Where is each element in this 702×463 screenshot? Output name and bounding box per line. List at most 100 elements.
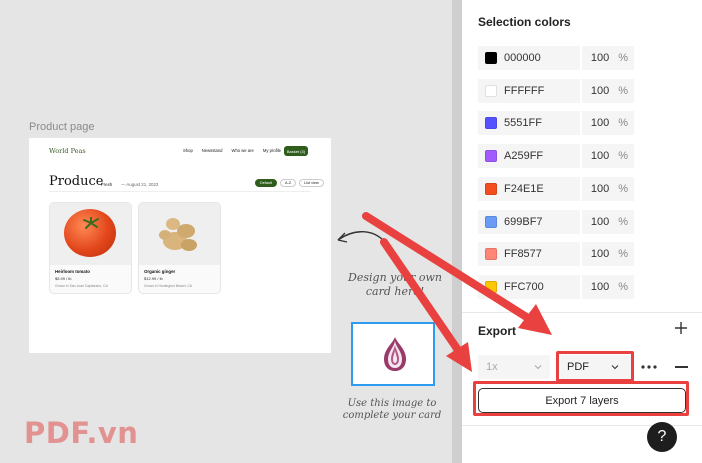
color-opacity-field[interactable]: 100% — [582, 144, 634, 169]
color-row[interactable]: 699BF7 100% — [478, 209, 634, 234]
color-row[interactable]: FFC700 100% — [478, 274, 634, 299]
product-name: Organic ginger — [144, 269, 176, 274]
add-export-plus-icon[interactable] — [674, 321, 688, 335]
opacity-value: 100 — [590, 150, 610, 163]
opacity-value: 100 — [590, 280, 610, 293]
color-opacity-field[interactable]: 100% — [582, 46, 634, 70]
sort-pills: Default A-Z List view — [255, 179, 324, 187]
color-opacity-field[interactable]: 100% — [582, 209, 634, 234]
color-hex-value: FFC700 — [504, 280, 544, 293]
product-card-tomato: Heirloom tomato $5.99 / lb Grown in San … — [49, 202, 132, 294]
percent-sign: % — [618, 150, 628, 163]
color-swatch[interactable] — [485, 117, 497, 130]
fresh-label: Fresh — [101, 182, 113, 187]
color-swatch[interactable] — [485, 215, 497, 228]
color-row[interactable]: A259FF 100% — [478, 144, 634, 169]
color-row[interactable]: 5551FF 100% — [478, 111, 634, 136]
color-hex-value: FF8577 — [504, 248, 542, 261]
color-hex-field[interactable]: A259FF — [478, 144, 580, 169]
color-hex-field[interactable]: FF8577 — [478, 242, 580, 267]
color-hex-field[interactable]: FFC700 — [478, 274, 580, 299]
export-title: Export — [478, 324, 517, 338]
use-image-note: Use this image to complete your card — [342, 398, 442, 421]
percent-sign: % — [618, 280, 628, 293]
color-row[interactable]: FFFFFF 100% — [478, 78, 634, 103]
opacity-value: 100 — [590, 84, 610, 97]
page-heading: Produce — [49, 174, 104, 189]
color-swatch[interactable] — [485, 150, 497, 163]
format-highlight-box — [556, 351, 634, 382]
opacity-value: 100 — [590, 182, 610, 195]
percent-sign: % — [618, 182, 628, 195]
onion-image — [384, 337, 406, 371]
watermark-logo: PDF.vn — [24, 416, 139, 450]
pill-list-view: List view — [299, 179, 324, 187]
color-hex-value: F24E1E — [504, 182, 544, 195]
color-swatch[interactable] — [485, 280, 497, 293]
percent-sign: % — [618, 52, 628, 64]
color-opacity-field[interactable]: 100% — [582, 242, 634, 267]
nav-item-shop: Shop — [183, 148, 193, 153]
product-name: Heirloom tomato — [55, 269, 90, 274]
color-hex-field[interactable]: 000000 — [478, 46, 580, 70]
title-divider — [49, 191, 311, 192]
color-row[interactable]: 000000 100% — [478, 46, 634, 70]
product-origin: Grown in San Juan Capistrano, CA — [55, 284, 108, 288]
product-origin: Grown in Huntington Beach, CA — [144, 284, 193, 288]
panel-divider — [452, 0, 462, 463]
color-opacity-field[interactable]: 100% — [582, 111, 634, 136]
date-label: — August 21, 2023 — [121, 182, 159, 187]
tomato-image — [50, 203, 131, 265]
help-button[interactable]: ? — [647, 422, 677, 452]
percent-sign: % — [618, 117, 628, 130]
opacity-value: 100 — [590, 117, 610, 130]
color-opacity-field[interactable]: 100% — [582, 78, 634, 103]
ginger-image — [139, 203, 220, 265]
color-opacity-field[interactable]: 100% — [582, 274, 634, 299]
frame-label[interactable]: Product page — [29, 121, 94, 133]
color-opacity-field[interactable]: 100% — [582, 176, 634, 201]
color-hex-field[interactable]: FFFFFF — [478, 78, 580, 103]
color-swatch[interactable] — [485, 248, 497, 261]
nav-item-my-profile: My profile — [262, 148, 281, 153]
color-hex-field[interactable]: 5551FF — [478, 111, 580, 136]
site-logo: World Peas — [49, 147, 86, 155]
percent-sign: % — [618, 248, 628, 261]
color-hex-field[interactable]: 699BF7 — [478, 209, 580, 234]
nav-item-newsstand: Newsstand — [201, 148, 223, 153]
basket-button: Basket (3) — [284, 146, 308, 156]
design-card-note: Design your own card here! — [348, 271, 442, 298]
export-button-highlight-box — [473, 381, 689, 416]
opacity-value: 100 — [590, 52, 610, 64]
remove-export-minus-icon[interactable] — [675, 366, 688, 368]
onion-image-layer[interactable] — [351, 322, 435, 386]
selection-colors-title: Selection colors — [478, 15, 571, 29]
percent-sign: % — [618, 84, 628, 97]
color-row[interactable]: FF8577 100% — [478, 242, 634, 267]
product-page-frame[interactable]: World Peas Shop Newsstand Who we are My … — [29, 138, 331, 353]
opacity-value: 100 — [590, 215, 610, 228]
design-canvas[interactable]: Product page World Peas Shop Newsstand W… — [0, 0, 452, 463]
color-hex-field[interactable]: F24E1E — [478, 176, 580, 201]
product-card-ginger: Organic ginger $12.99 / lb Grown in Hunt… — [138, 202, 221, 294]
pill-default: Default — [255, 179, 278, 187]
chevron-down-icon — [534, 365, 542, 370]
color-hex-value: FFFFFF — [504, 84, 545, 97]
pill-a-z: A-Z — [280, 179, 297, 187]
product-price: $12.99 / lb — [144, 276, 163, 281]
opacity-value: 100 — [590, 248, 610, 261]
product-price: $5.99 / lb — [55, 276, 72, 281]
site-nav: Shop Newsstand Who we are My profile — [183, 148, 281, 153]
more-options-icon[interactable] — [640, 364, 658, 370]
percent-sign: % — [618, 215, 628, 228]
color-hex-value: 5551FF — [504, 117, 542, 130]
color-row[interactable]: F24E1E 100% — [478, 176, 634, 201]
color-swatch[interactable] — [485, 52, 497, 64]
color-swatch[interactable] — [485, 182, 497, 195]
color-hex-value: 000000 — [504, 52, 541, 64]
color-hex-value: 699BF7 — [504, 215, 543, 228]
nav-item-who-we-are: Who we are — [231, 148, 254, 153]
color-swatch[interactable] — [485, 84, 497, 97]
section-divider — [462, 312, 702, 313]
color-hex-value: A259FF — [504, 150, 544, 163]
